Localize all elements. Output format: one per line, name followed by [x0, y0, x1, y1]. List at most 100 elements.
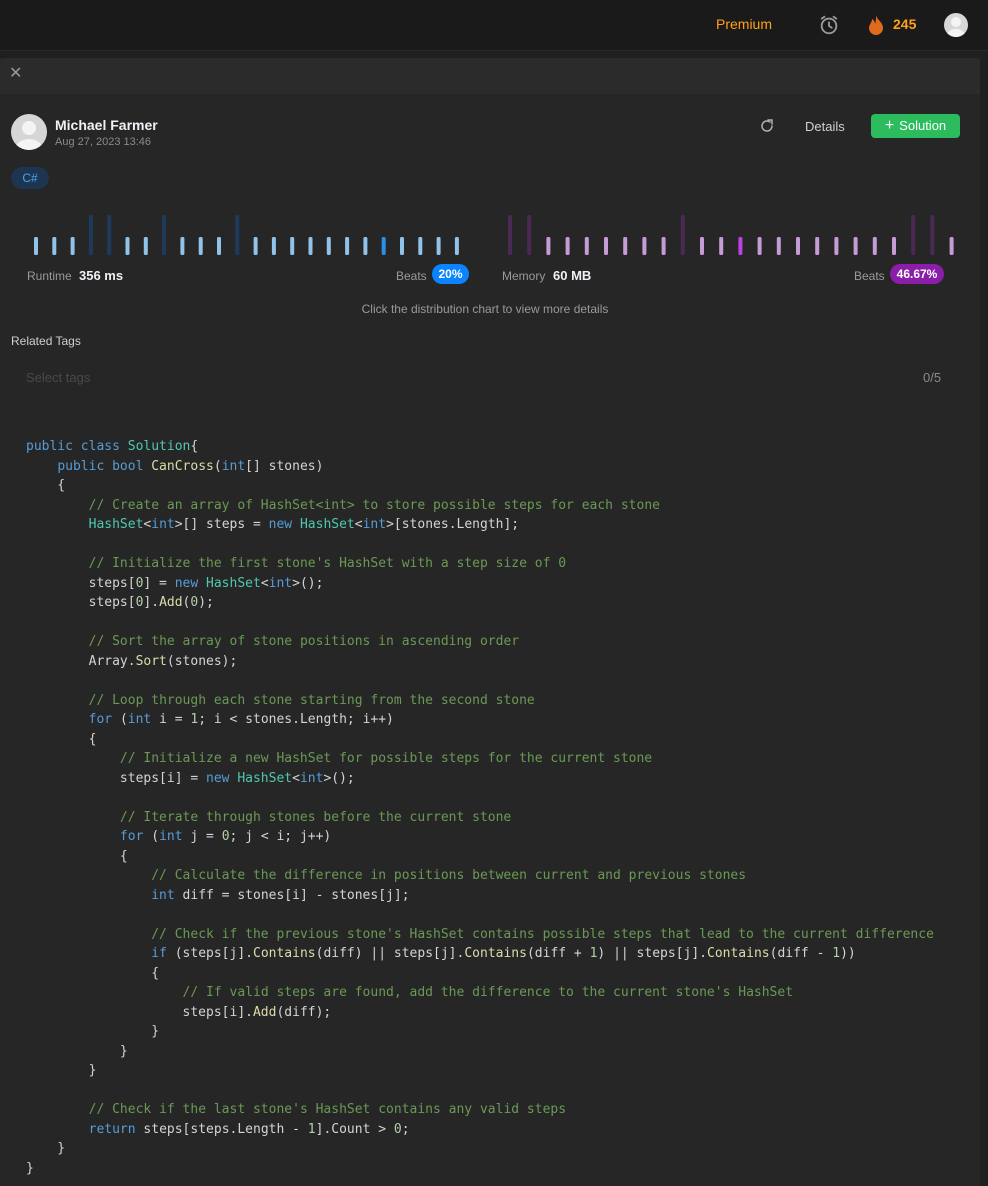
related-tags-label: Related Tags	[11, 334, 81, 348]
code-line: // Loop through each stone starting from…	[88, 692, 535, 708]
runtime-distribution[interactable]	[34, 215, 459, 255]
memory-beats-label: Beats	[854, 269, 885, 283]
runtime-value: 356 ms	[79, 268, 124, 283]
chart-hint: Click the distribution chart to view mor…	[361, 302, 609, 316]
runtime-bar[interactable]	[198, 237, 203, 255]
memory-bar[interactable]	[565, 237, 570, 255]
add-solution-button[interactable]: + Solution	[871, 114, 960, 138]
distribution-chart[interactable]	[0, 205, 988, 265]
runtime-bar[interactable]	[70, 237, 75, 255]
memory-bar[interactable]	[930, 215, 935, 255]
user-icon	[946, 17, 966, 37]
code-line: steps[i].Add(diff);	[26, 1004, 332, 1020]
code-line: // Sort the array of stone positions in …	[88, 634, 520, 649]
code-line: Array.Sort(stones);	[26, 653, 238, 669]
memory-bar[interactable]	[661, 237, 666, 255]
runtime-bar[interactable]	[125, 237, 130, 255]
memory-bar[interactable]	[700, 237, 704, 255]
runtime-bar[interactable]	[308, 237, 313, 255]
code-line: for (int j = 0; j < i; j++)	[119, 829, 332, 844]
code-block[interactable]: public class Solution{ public bool CanCr…	[26, 437, 934, 1178]
code-line: for (int i = 1; i < stones.Length; i++)	[88, 712, 394, 727]
memory-bar[interactable]	[892, 237, 896, 255]
runtime-beats-label: Beats	[396, 269, 427, 283]
runtime-bar[interactable]	[381, 237, 386, 255]
runtime-bar[interactable]	[454, 237, 459, 255]
user-icon	[15, 121, 43, 150]
code-line: public class Solution{	[26, 439, 199, 454]
code-line: HashSet<int>[] steps = new HashSet<int>[…	[88, 517, 520, 532]
code-line: }	[26, 1160, 34, 1176]
runtime-bar[interactable]	[271, 237, 276, 255]
memory-bar[interactable]	[796, 237, 800, 255]
language-badge[interactable]: C#	[11, 167, 49, 189]
memory-value: 60 MB	[553, 268, 592, 283]
tags-count: 0/5	[923, 370, 942, 385]
top-navbar: Premium 245	[0, 0, 988, 51]
user-avatar[interactable]	[944, 13, 968, 37]
memory-bar[interactable]	[757, 237, 762, 255]
runtime-bar[interactable]	[253, 237, 258, 255]
runtime-bar[interactable]	[235, 215, 240, 255]
runtime-bar[interactable]	[400, 237, 404, 255]
memory-bar[interactable]	[584, 237, 589, 255]
memory-bar[interactable]	[719, 237, 724, 255]
submission-date: Aug 27, 2023 13:46	[55, 136, 152, 148]
premium-link[interactable]: Premium	[716, 16, 772, 32]
runtime-bar[interactable]	[34, 237, 38, 255]
close-icon[interactable]: ✕	[9, 66, 25, 82]
memory-bar[interactable]	[527, 215, 532, 255]
runtime-bar[interactable]	[162, 215, 167, 255]
code-line: {	[26, 848, 128, 864]
memory-bar[interactable]	[680, 215, 685, 255]
memory-distribution[interactable]	[508, 215, 954, 255]
runtime-bar[interactable]	[52, 237, 57, 255]
streak-fire-icon[interactable]	[867, 14, 885, 36]
memory-bar[interactable]	[853, 237, 858, 255]
runtime-bar[interactable]	[217, 237, 221, 255]
code-line: {	[26, 478, 66, 493]
code-line: // Initialize a new HashSet for possible…	[119, 751, 653, 766]
code-line: // Check if the previous stone's HashSet…	[151, 926, 934, 942]
details-button[interactable]: Details	[805, 119, 845, 134]
memory-bar[interactable]	[815, 237, 820, 255]
runtime-bar[interactable]	[418, 237, 423, 255]
share-icon[interactable]	[759, 118, 775, 134]
memory-bar[interactable]	[546, 237, 551, 255]
memory-bar[interactable]	[623, 237, 628, 255]
memory-bar[interactable]	[508, 215, 512, 255]
runtime-bar[interactable]	[290, 237, 295, 255]
runtime-bar[interactable]	[88, 215, 93, 255]
memory-bar[interactable]	[911, 215, 916, 255]
runtime-bar[interactable]	[143, 237, 148, 255]
streak-count[interactable]: 245	[893, 16, 916, 32]
memory-bar[interactable]	[738, 237, 743, 255]
memory-bar[interactable]	[834, 237, 839, 255]
tags-select-input[interactable]: Select tags	[26, 370, 90, 385]
runtime-bar[interactable]	[326, 237, 331, 255]
runtime-bar[interactable]	[180, 237, 185, 255]
runtime-bar[interactable]	[345, 237, 350, 255]
runtime-bar[interactable]	[107, 215, 112, 255]
runtime-bar[interactable]	[436, 237, 441, 255]
code-line: }	[26, 1043, 128, 1059]
author-avatar[interactable]	[11, 114, 47, 150]
runtime-bar[interactable]	[363, 237, 368, 255]
memory-bar[interactable]	[776, 237, 781, 255]
code-line: int diff = stones[i] - stones[j];	[151, 887, 410, 903]
author-name[interactable]: Michael Farmer	[55, 117, 158, 133]
memory-bar[interactable]	[949, 237, 954, 255]
memory-bar[interactable]	[872, 237, 877, 255]
memory-bar[interactable]	[642, 237, 647, 255]
code-line: return steps[steps.Length - 1].Count > 0…	[88, 1121, 410, 1137]
code-line: steps[0].Add(0);	[26, 595, 214, 610]
code-line: if (steps[j].Contains(diff) || steps[j].…	[151, 946, 856, 961]
alarm-clock-icon[interactable]	[818, 14, 840, 36]
runtime-beats-badge: 20%	[432, 264, 469, 284]
memory-bar[interactable]	[604, 237, 608, 255]
